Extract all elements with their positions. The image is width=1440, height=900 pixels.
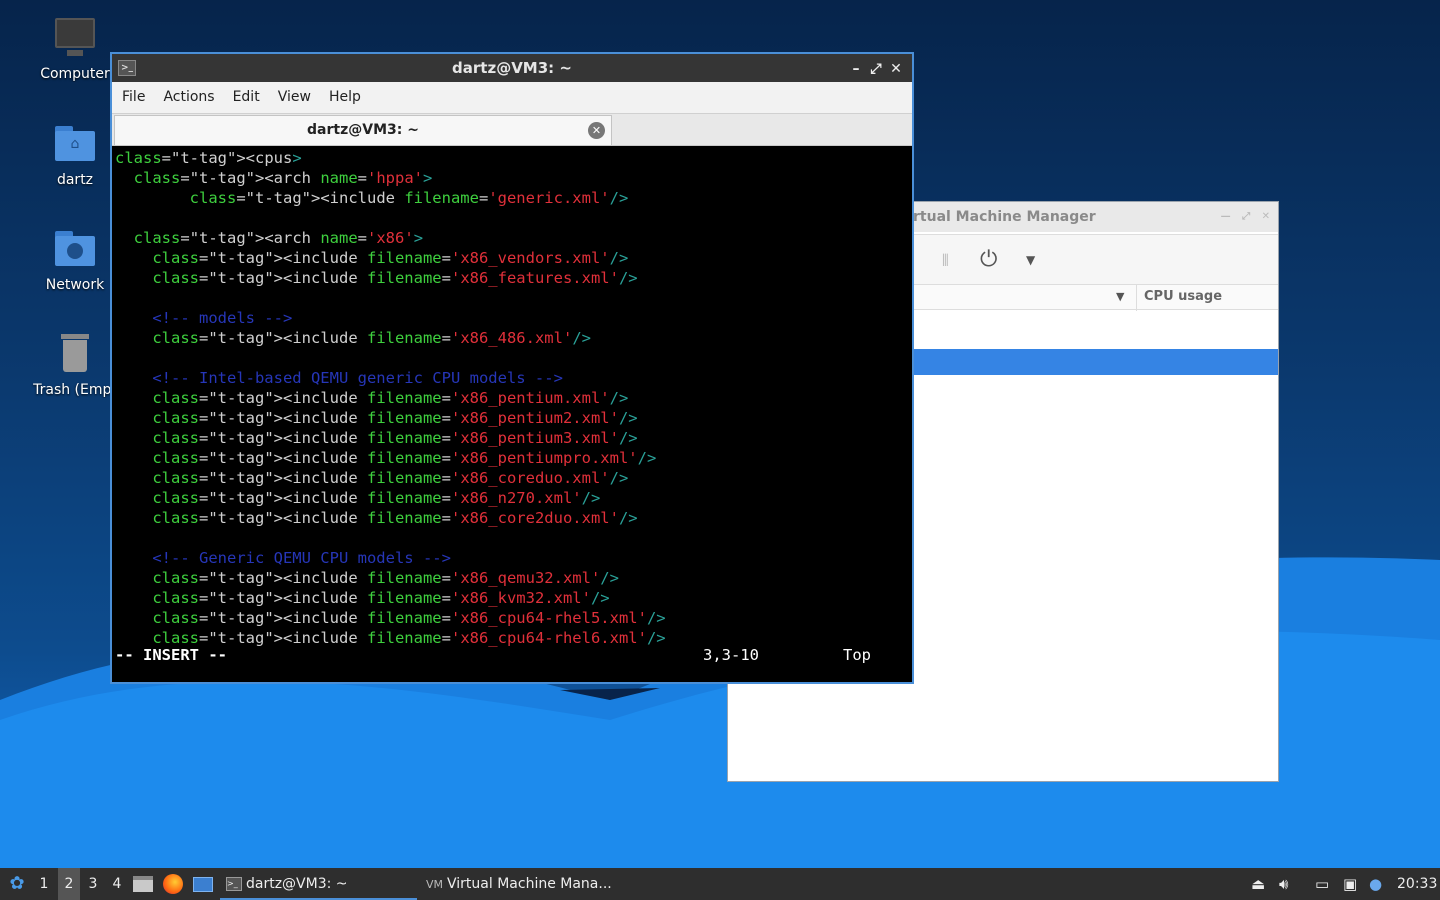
terminal-line: class="t-tag"><include filename='x86_cor… <box>152 469 629 487</box>
vmm-window-controls: — ⤢ ✕ <box>1213 202 1270 232</box>
trash-icon <box>53 332 97 376</box>
vim-mode: -- INSERT -- <box>115 646 227 664</box>
desktop-launcher[interactable] <box>193 868 215 900</box>
terminal-line: <!-- Intel-based QEMU generic CPU models… <box>152 369 563 387</box>
power-icon[interactable]: ⏻ <box>980 247 997 272</box>
terminal-title: dartz@VM3: ~ <box>452 59 572 77</box>
terminal-line: class="t-tag"><arch name='x86'> <box>133 229 424 247</box>
terminal-line: class="t-tag"><include filename='generic… <box>189 189 629 207</box>
taskbar: ✿ 1 2 3 4 >_ dartz@VM3: ~ VM Virtual Machi… <box>0 868 1440 900</box>
minimize-icon[interactable]: — <box>1221 211 1231 222</box>
terminal-line: class="t-tag"><include filename='x86_n27… <box>152 489 601 507</box>
workspace-1[interactable]: 1 <box>33 868 55 900</box>
eject-icon[interactable]: ⏏ <box>1251 868 1265 900</box>
monitor-icon <box>53 16 97 60</box>
terminal-window-controls: – ⤢ ✕ <box>846 54 906 83</box>
firefox-icon <box>163 874 183 894</box>
terminal-line: class="t-tag"><arch name='hppa'> <box>133 169 433 187</box>
task-vmm[interactable]: VM Virtual Machine Mana... <box>426 868 626 900</box>
terminal-tab[interactable]: dartz@VM3: ~ ✕ <box>114 115 612 145</box>
clock[interactable]: 20:33 <box>1397 868 1437 900</box>
workspace-3[interactable]: 3 <box>82 868 104 900</box>
terminal-menubar: File Actions Edit View Help <box>112 82 912 114</box>
terminal-content[interactable]: class="t-tag"><cpus> class="t-tag"><arch… <box>112 146 912 682</box>
terminal-line: class="t-tag"><include filename='x86_pen… <box>152 409 638 427</box>
terminal-line: class="t-tag"><include filename='x86_pen… <box>152 429 638 447</box>
minimize-icon[interactable]: – <box>846 55 866 83</box>
network-folder-icon <box>53 227 97 271</box>
vmm-title: rtual Machine Manager <box>913 209 1096 225</box>
terminal-tab-label: dartz@VM3: ~ <box>307 122 419 138</box>
task-terminal-label: dartz@VM3: ~ <box>246 876 348 892</box>
menu-file[interactable]: File <box>112 82 153 105</box>
workspace-2[interactable]: 2 <box>58 868 80 900</box>
menu-edit[interactable]: Edit <box>223 82 268 105</box>
terminal-line: class="t-tag"><include filename='x86_ven… <box>152 249 629 267</box>
terminal-line: class="t-tag"><include filename='x86_486… <box>152 329 591 347</box>
terminal-task-icon: >_ <box>226 877 242 891</box>
terminal-line: class="t-tag"><include filename='x86_pen… <box>152 449 657 467</box>
vim-statusbar: -- INSERT -- 3,3-10 Top <box>115 646 905 666</box>
clipboard-icon[interactable]: ▭ <box>1315 868 1329 900</box>
file-manager-launcher[interactable] <box>133 868 155 900</box>
menu-help[interactable]: Help <box>319 82 369 105</box>
workspace-4[interactable]: 4 <box>106 868 128 900</box>
file-manager-icon <box>133 876 153 892</box>
column-cpu-usage[interactable]: CPU usage <box>1144 289 1222 304</box>
menu-view[interactable]: View <box>268 82 319 105</box>
task-vmm-label: Virtual Machine Mana... <box>447 876 612 892</box>
pause-icon[interactable]: ⫴ <box>942 251 949 271</box>
firefox-launcher[interactable] <box>163 868 185 900</box>
terminal-line: class="t-tag"><include filename='x86_fea… <box>152 269 638 287</box>
terminal-window: >_ dartz@VM3: ~ – ⤢ ✕ File Actions Edit View H… <box>110 52 914 684</box>
notification-icon[interactable]: ● <box>1369 868 1382 900</box>
maximize-icon[interactable]: ⤢ <box>866 55 886 83</box>
terminal-line: class="t-tag"><include filename='x86_pen… <box>152 389 629 407</box>
terminal-app-icon: >_ <box>118 60 136 76</box>
vmm-task-icon: VM <box>426 878 444 891</box>
terminal-titlebar[interactable]: >_ dartz@VM3: ~ – ⤢ ✕ <box>112 54 912 82</box>
terminal-line: <!-- models --> <box>152 309 293 327</box>
start-menu-icon[interactable]: ✿ <box>4 868 30 900</box>
terminal-line: class="t-tag"><include filename='x86_cpu… <box>152 629 666 647</box>
terminal-line: class="t-tag"><include filename='x86_cpu… <box>152 609 666 627</box>
volume-icon[interactable]: 🔊︎ <box>1279 868 1288 900</box>
network-icon[interactable]: ▣ <box>1343 868 1357 900</box>
terminal-line: class="t-tag"><include filename='x86_qem… <box>152 569 619 587</box>
home-folder-icon: ⌂ <box>53 122 97 166</box>
terminal-line: class="t-tag"><include filename='x86_kvm… <box>152 589 610 607</box>
terminal-line: class="t-tag"><include filename='x86_cor… <box>152 509 638 527</box>
close-icon[interactable]: ✕ <box>886 55 906 83</box>
chevron-down-icon[interactable]: ▼ <box>1026 253 1035 267</box>
vim-cursor-position: 3,3-10 <box>703 646 759 664</box>
terminal-line: <!-- Generic QEMU CPU models --> <box>152 549 451 567</box>
task-terminal[interactable]: >_ dartz@VM3: ~ <box>220 868 417 900</box>
close-icon[interactable]: ✕ <box>1262 211 1270 222</box>
terminal-tabbar: dartz@VM3: ~ ✕ <box>112 114 912 146</box>
show-desktop-icon <box>193 877 213 892</box>
column-dropdown-icon[interactable]: ▼ <box>1116 290 1124 303</box>
column-separator <box>1136 285 1137 311</box>
menu-actions[interactable]: Actions <box>153 82 222 105</box>
terminal-line: class="t-tag"><cpus> <box>115 149 302 167</box>
maximize-icon[interactable]: ⤢ <box>1242 211 1250 222</box>
vim-scroll-position: Top <box>843 646 871 664</box>
tab-close-icon[interactable]: ✕ <box>588 122 605 139</box>
